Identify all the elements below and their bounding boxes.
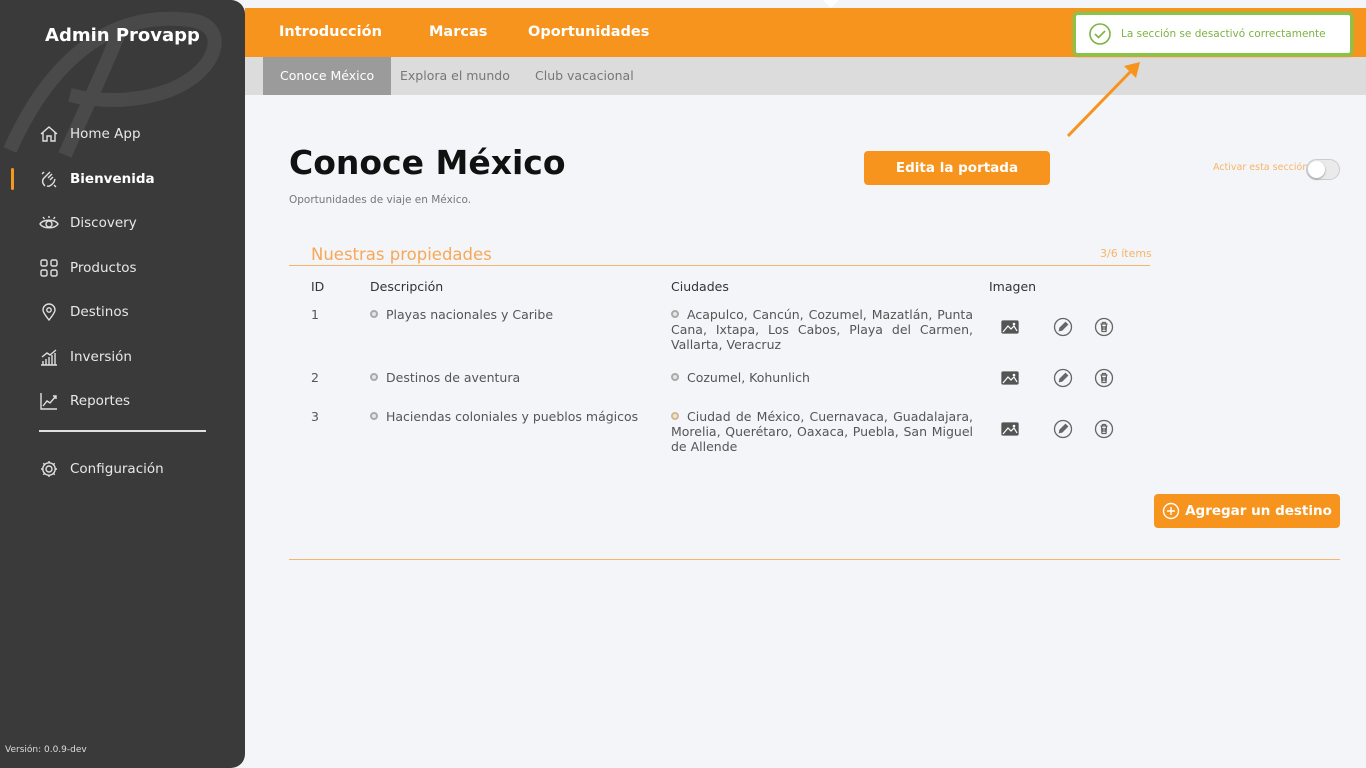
- section-item-count: 3/6 ítems: [1100, 247, 1152, 260]
- sidebar-item-discovery[interactable]: Discovery: [0, 201, 245, 246]
- grid-icon: [39, 258, 59, 278]
- version-label: Versión: 0.0.9-dev: [5, 745, 87, 755]
- row-id: 1: [311, 307, 319, 322]
- plus-circle-icon: [1162, 502, 1180, 520]
- tab-marcas[interactable]: Marcas: [429, 8, 487, 57]
- annotation-arrow-icon: [1066, 62, 1140, 138]
- row-description: Destinos de aventura: [370, 370, 520, 385]
- tab-introduccion[interactable]: Introducción: [279, 8, 382, 57]
- subtab-explora-el-mundo[interactable]: Explora el mundo: [400, 57, 510, 95]
- column-header-ciudades: Ciudades: [671, 279, 729, 294]
- page-subtitle: Oportunidades de viaje en México.: [289, 194, 472, 206]
- cities-text: Ciudad de México, Cuernavaca, Guadalajar…: [671, 409, 973, 454]
- line-chart-icon: [39, 391, 59, 411]
- edit-pencil-icon[interactable]: [1053, 368, 1073, 388]
- bullet-icon: [671, 373, 679, 381]
- row-cities: Ciudad de México, Cuernavaca, Guadalajar…: [671, 409, 973, 454]
- edit-pencil-icon[interactable]: [1053, 317, 1073, 337]
- sidebar-divider: [39, 430, 206, 432]
- row-cities: Cozumel, Kohunlich: [671, 370, 973, 385]
- toggle-knob: [1308, 161, 1325, 178]
- sub-nav: Conoce México Explora el mundo Club vaca…: [245, 57, 1366, 95]
- sidebar-item-label: Reportes: [70, 393, 131, 410]
- section-toggle[interactable]: [1306, 159, 1340, 180]
- description-text: Haciendas coloniales y pueblos mágicos: [386, 409, 639, 424]
- sidebar-nav: Home App Bienvenida Discovery Productos …: [0, 112, 245, 424]
- sidebar-config-group: Configuración: [0, 447, 245, 492]
- sidebar-item-configuracion[interactable]: Configuración: [0, 447, 245, 492]
- sidebar-item-label: Discovery: [70, 215, 137, 232]
- sidebar-item-label: Configuración: [70, 461, 164, 478]
- check-circle-icon: [1089, 23, 1111, 45]
- sidebar-item-reportes[interactable]: Reportes: [0, 379, 245, 424]
- eye-icon: [39, 213, 59, 233]
- location-pin-icon: [39, 302, 59, 322]
- sidebar-item-label: Destinos: [70, 304, 129, 321]
- delete-trash-icon[interactable]: [1094, 317, 1114, 337]
- bullet-icon: [370, 310, 378, 318]
- row-description: Haciendas coloniales y pueblos mágicos: [370, 409, 638, 424]
- bullet-icon: [370, 412, 378, 420]
- tab-oportunidades[interactable]: Oportunidades: [528, 8, 649, 57]
- cities-text: Acapulco, Cancún, Cozumel, Mazatlán, Pun…: [671, 307, 973, 352]
- row-description: Playas nacionales y Caribe: [370, 307, 553, 322]
- subtab-club-vacacional[interactable]: Club vacacional: [535, 57, 634, 95]
- row-id: 2: [311, 370, 319, 385]
- sidebar: Admin Provapp Home App Bienvenida Discov…: [0, 0, 245, 768]
- bar-growth-icon: [39, 347, 59, 367]
- edit-pencil-icon[interactable]: [1053, 419, 1073, 439]
- app-brand: Admin Provapp: [45, 25, 200, 46]
- sidebar-item-label: Productos: [70, 259, 137, 276]
- section-divider: [289, 265, 1150, 266]
- section-title: Nuestras propiedades: [311, 245, 492, 264]
- bullet-icon: [671, 310, 679, 318]
- add-destination-label: Agregar un destino: [1185, 503, 1332, 519]
- sidebar-item-label: Home App: [70, 126, 141, 143]
- bottom-divider: [289, 559, 1340, 560]
- column-header-imagen: Imagen: [989, 279, 1037, 294]
- delete-trash-icon[interactable]: [1094, 419, 1114, 439]
- image-icon[interactable]: [1000, 317, 1020, 337]
- sidebar-item-label: Inversión: [70, 348, 132, 365]
- row-cities: Acapulco, Cancún, Cozumel, Mazatlán, Pun…: [671, 307, 973, 352]
- cities-text: Cozumel, Kohunlich: [687, 370, 810, 385]
- sidebar-item-inversion[interactable]: Inversión: [0, 335, 245, 380]
- delete-trash-icon[interactable]: [1094, 368, 1114, 388]
- column-header-id: ID: [311, 279, 325, 294]
- success-toast: La sección se desactivó correctamente: [1073, 12, 1353, 56]
- home-icon: [39, 124, 59, 144]
- add-destination-button[interactable]: Agregar un destino: [1154, 494, 1340, 528]
- description-text: Destinos de aventura: [386, 370, 521, 385]
- bullet-icon: [370, 373, 378, 381]
- row-id: 3: [311, 409, 319, 424]
- section-toggle-label: Activar esta sección: [1213, 162, 1309, 173]
- description-text: Playas nacionales y Caribe: [386, 307, 554, 322]
- wave-hand-icon: [39, 169, 59, 189]
- gear-icon: [39, 459, 59, 479]
- subtab-conoce-mexico[interactable]: Conoce México: [263, 57, 392, 95]
- bullet-icon: [671, 412, 679, 420]
- toast-message: La sección se desactivó correctamente: [1121, 28, 1326, 40]
- column-header-descripcion: Descripción: [370, 279, 444, 294]
- image-icon[interactable]: [1000, 419, 1020, 439]
- active-tab-caret-icon: [823, 0, 839, 8]
- page-title: Conoce México: [289, 143, 566, 182]
- edit-cover-button[interactable]: Edita la portada: [864, 151, 1050, 185]
- sidebar-item-label: Bienvenida: [70, 170, 155, 187]
- sidebar-item-productos[interactable]: Productos: [0, 246, 245, 291]
- sidebar-item-bienvenida[interactable]: Bienvenida: [0, 157, 245, 202]
- sidebar-item-destinos[interactable]: Destinos: [0, 290, 245, 335]
- image-icon[interactable]: [1000, 368, 1020, 388]
- sidebar-item-home-app[interactable]: Home App: [0, 112, 245, 157]
